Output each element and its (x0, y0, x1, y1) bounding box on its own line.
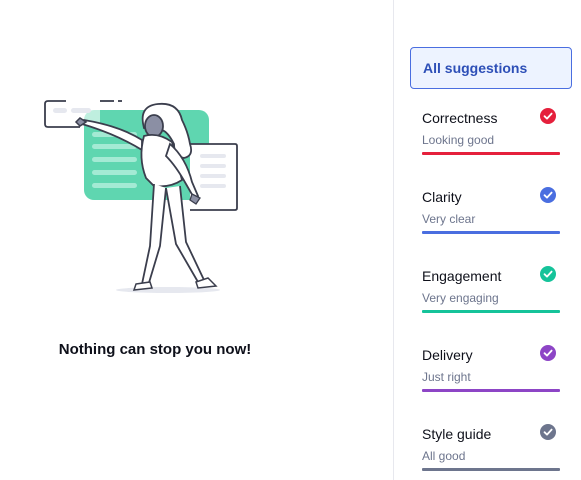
category-engagement[interactable]: Engagement Very engaging (422, 266, 560, 318)
category-bar (422, 231, 560, 234)
category-status: Looking good (422, 133, 495, 147)
category-delivery[interactable]: Delivery Just right (422, 345, 560, 397)
category-title: Engagement (422, 268, 502, 284)
category-title: Style guide (422, 426, 492, 442)
check-circle-icon (540, 108, 556, 124)
editor-area: Nothing can stop you now! (0, 0, 393, 480)
category-title: Correctness (422, 110, 498, 126)
category-bar (422, 152, 560, 155)
check-circle-icon (540, 187, 556, 203)
category-title: Delivery (422, 347, 473, 363)
check-circle-icon (540, 345, 556, 361)
check-circle-icon (540, 424, 556, 440)
category-status: Very engaging (422, 291, 499, 305)
all-suggestions-button[interactable]: All suggestions (410, 47, 572, 89)
category-bar (422, 310, 560, 313)
category-status: Just right (422, 370, 471, 384)
category-status: Very clear (422, 212, 476, 226)
suggestions-sidebar: All suggestions Correctness Looking good… (394, 0, 581, 480)
check-circle-icon (540, 266, 556, 282)
celebration-illustration (44, 100, 238, 293)
category-bar (422, 468, 560, 471)
category-title: Clarity (422, 189, 462, 205)
category-bar (422, 389, 560, 392)
app-root: Nothing can stop you now! All suggestion… (0, 0, 581, 480)
empty-state-message: Nothing can stop you now! (58, 341, 252, 358)
category-status: All good (422, 449, 466, 463)
category-style-guide[interactable]: Style guide All good (422, 424, 560, 476)
category-clarity[interactable]: Clarity Very clear (422, 187, 560, 239)
category-correctness[interactable]: Correctness Looking good (422, 108, 560, 160)
